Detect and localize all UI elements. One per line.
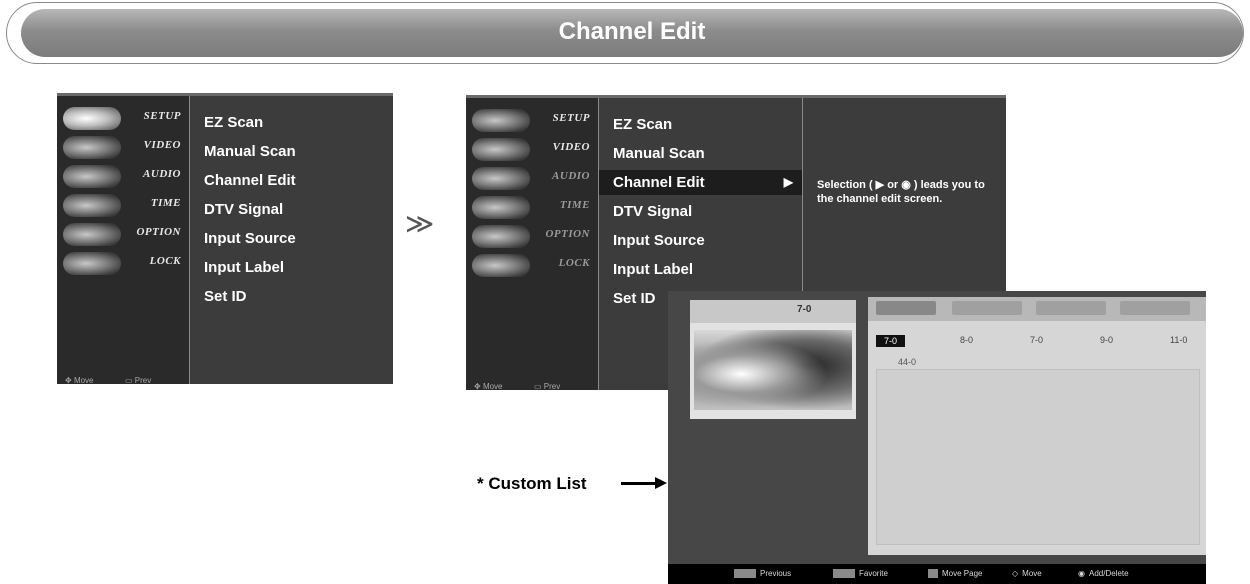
- video-icon: [63, 136, 121, 159]
- tab-custom[interactable]: [876, 301, 936, 315]
- setup-menu-left: SETUP VIDEO AUDIO TIME OPTION LOCK ✥ Mov…: [57, 93, 393, 384]
- prev-hint: ▭ Prev: [125, 376, 152, 384]
- menu-icon-option[interactable]: OPTION: [57, 220, 189, 249]
- channel-edit-footer: Previous Favorite Move Page ◇ Move ◉ Add/D…: [668, 564, 1206, 584]
- channel-cell-selected[interactable]: 7-0: [876, 335, 906, 347]
- footer-move[interactable]: ◇ Move: [1012, 569, 1042, 578]
- channel-sub-entry[interactable]: 44-0: [898, 357, 916, 367]
- menu-icon-setup[interactable]: SETUP: [57, 104, 189, 133]
- menu-item-input-source[interactable]: Input Source: [613, 232, 705, 249]
- menu-key-icon: [734, 569, 756, 579]
- preview-channel-number: 7-0: [797, 304, 812, 315]
- step-arrow-icon: ≫: [405, 208, 435, 239]
- menu-icon-column: SETUP VIDEO AUDIO TIME OPTION LOCK ✥ Mov…: [57, 96, 189, 384]
- footer-previous[interactable]: Previous: [734, 569, 791, 579]
- setup-icon: [63, 107, 121, 130]
- move-hint: ✥ Move: [65, 376, 94, 384]
- menu-item-channel-edit-selected[interactable]: Channel Edit ▶: [599, 170, 803, 195]
- menu-icon-option[interactable]: OPTION: [466, 222, 598, 251]
- menu-item-column: EZ Scan Manual Scan Channel Edit DTV Sig…: [189, 96, 394, 384]
- footer-move-page[interactable]: Move Page: [928, 569, 982, 579]
- menu-icon-video[interactable]: VIDEO: [57, 133, 189, 162]
- option-icon: [63, 223, 121, 246]
- header-banner-frame: Channel Edit: [6, 2, 1244, 64]
- menu-item-ez-scan[interactable]: EZ Scan: [204, 114, 263, 131]
- menu-item-manual-scan[interactable]: Manual Scan: [613, 145, 705, 162]
- callout-arrow-icon: [621, 477, 667, 489]
- menu-item-input-label[interactable]: Input Label: [204, 259, 284, 276]
- menu-item-manual-scan[interactable]: Manual Scan: [204, 143, 296, 160]
- menu-icon-lock[interactable]: LOCK: [466, 251, 598, 280]
- enter-key-icon: ◉: [1078, 569, 1085, 578]
- tab-3[interactable]: [1036, 301, 1106, 315]
- lock-icon: [63, 252, 121, 275]
- menu-item-ez-scan[interactable]: EZ Scan: [613, 116, 672, 133]
- channel-cell[interactable]: 9-0: [1100, 335, 1113, 345]
- tab-2[interactable]: [952, 301, 1022, 315]
- audio-icon: [63, 165, 121, 188]
- menu-icon-audio[interactable]: AUDIO: [466, 164, 598, 193]
- header-banner: Channel Edit: [21, 9, 1243, 57]
- ch-key-icon: [928, 569, 938, 579]
- menu-item-channel-edit[interactable]: Channel Edit: [204, 172, 296, 189]
- menu-item-dtv-signal[interactable]: DTV Signal: [613, 203, 692, 220]
- prev-hint: ▭ Prev: [534, 382, 561, 390]
- tab-4[interactable]: [1120, 301, 1190, 315]
- preview-video-image: [694, 330, 852, 410]
- channel-cell[interactable]: 8-0: [960, 335, 973, 345]
- channel-cell[interactable]: 7-0: [1030, 335, 1043, 345]
- channel-list-area: [876, 369, 1200, 545]
- menu-item-input-source[interactable]: Input Source: [204, 230, 296, 247]
- move-hint: ✥ Move: [474, 382, 503, 390]
- channel-list-panel: 7-0 8-0 7-0 9-0 11-0 44-0: [868, 297, 1206, 555]
- time-icon: [63, 194, 121, 217]
- menu-icon-time[interactable]: TIME: [466, 193, 598, 222]
- menu-icon-setup[interactable]: SETUP: [466, 106, 598, 135]
- channel-row: 7-0 8-0 7-0 9-0 11-0: [876, 335, 1200, 351]
- channel-edit-screen: 7-0 7-0 8-0 7-0 9-0 11-0 44-0 Previous F…: [668, 291, 1206, 584]
- menu-icon-column: SETUP VIDEO AUDIO TIME OPTION LOCK ✥ Mov…: [466, 98, 598, 390]
- menu-icon-lock[interactable]: LOCK: [57, 249, 189, 278]
- menu-icon-audio[interactable]: AUDIO: [57, 162, 189, 191]
- menu-description: Selection ( ▶ or ◉ ) leads you to the ch…: [817, 179, 985, 205]
- time-icon: [472, 196, 530, 219]
- custom-list-callout: * Custom List: [477, 474, 587, 493]
- setup-icon: [472, 109, 530, 132]
- menu-icon-video[interactable]: VIDEO: [466, 135, 598, 164]
- channel-list-tabs: [868, 297, 1206, 321]
- menu-item-input-label[interactable]: Input Label: [613, 261, 693, 278]
- footer-favorite[interactable]: Favorite: [833, 569, 888, 579]
- audio-icon: [472, 167, 530, 190]
- preview-header: 7-0: [690, 300, 856, 323]
- fav-key-icon: [833, 569, 855, 579]
- move-key-icon: ◇: [1012, 569, 1019, 578]
- footer-add-delete[interactable]: ◉ Add/Delete: [1078, 569, 1129, 578]
- menu-item-label: Channel Edit: [613, 174, 705, 191]
- lock-icon: [472, 254, 530, 277]
- channel-cell[interactable]: 11-0: [1170, 335, 1187, 345]
- option-icon: [472, 225, 530, 248]
- menu-item-dtv-signal[interactable]: DTV Signal: [204, 201, 283, 218]
- menu-icon-time[interactable]: TIME: [57, 191, 189, 220]
- channel-preview: 7-0: [690, 300, 856, 419]
- video-icon: [472, 138, 530, 161]
- menu-item-set-id[interactable]: Set ID: [204, 288, 247, 305]
- menu-item-set-id[interactable]: Set ID: [613, 290, 656, 307]
- page-title: Channel Edit: [558, 18, 706, 45]
- submenu-arrow-icon: ▶: [783, 175, 793, 189]
